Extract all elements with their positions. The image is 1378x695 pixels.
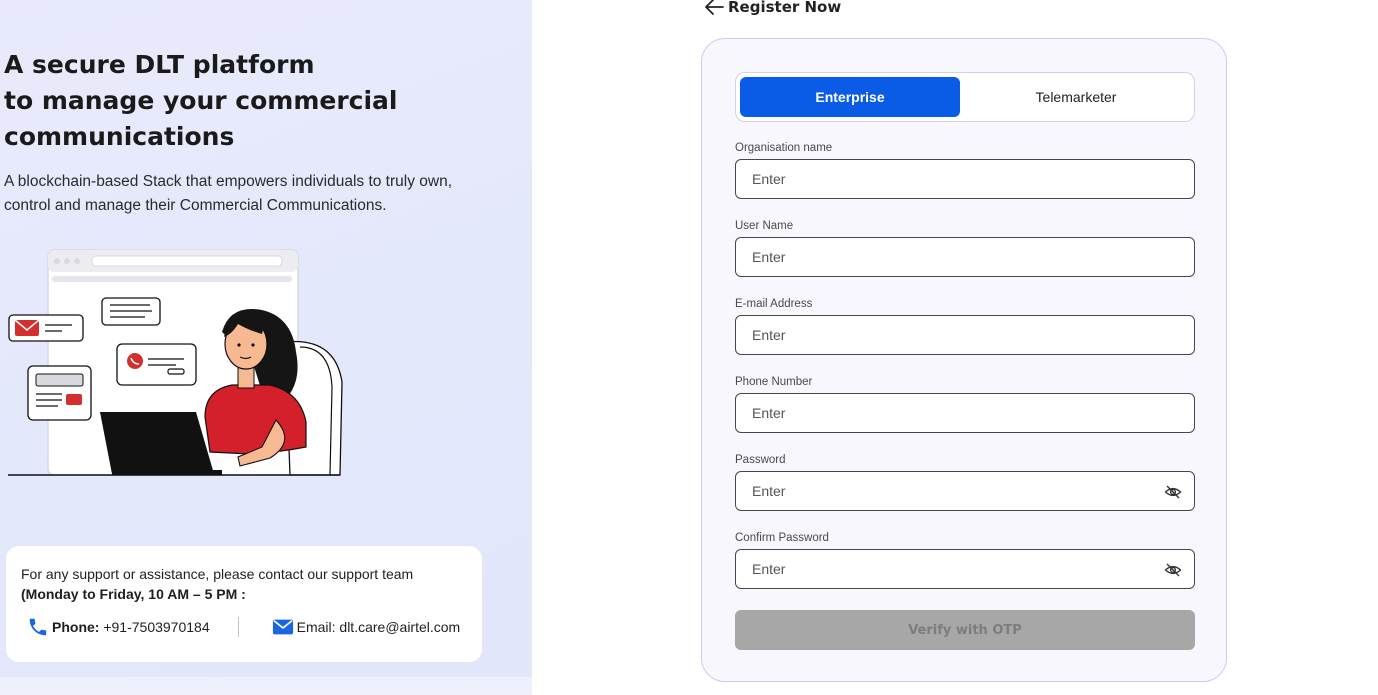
user-name-field-wrap	[735, 237, 1195, 277]
back-link-label: Register Now	[728, 0, 842, 16]
left-panel: A secure DLT platform to manage your com…	[0, 0, 532, 695]
email-address-input[interactable]	[736, 316, 1194, 354]
confirm-password-label: Confirm Password	[735, 532, 829, 544]
phone-icon	[29, 618, 47, 636]
email-text[interactable]: Email: dlt.care@airtel.com	[297, 619, 461, 635]
phone-value[interactable]: +91-7503970184	[103, 619, 209, 635]
support-card: For any support or assistance, please co…	[5, 545, 483, 663]
tab-telemarketer[interactable]: Telemarketer	[966, 77, 1186, 117]
left-bottom-strip	[0, 677, 532, 695]
contact-divider	[237, 617, 239, 637]
password-input[interactable]	[736, 472, 1194, 510]
support-hours: (Monday to Friday, 10 AM – 5 PM :	[21, 586, 246, 602]
password-label: Password	[735, 454, 786, 466]
eye-off-icon[interactable]	[1164, 483, 1182, 501]
hero-title: A secure DLT platform to manage your com…	[4, 47, 464, 155]
user-name-input[interactable]	[736, 238, 1194, 276]
confirm-password-field-wrap	[735, 549, 1195, 589]
hero-title-line-1: A secure DLT platform	[4, 50, 315, 79]
mail-icon	[272, 619, 293, 635]
eye-off-icon[interactable]	[1164, 561, 1182, 579]
support-text: For any support or assistance, please co…	[21, 566, 414, 582]
hero-subtitle: A blockchain-based Stack that empowers i…	[4, 170, 504, 217]
account-type-tabs: Enterprise Telemarketer	[735, 72, 1195, 122]
confirm-password-input[interactable]	[736, 550, 1194, 588]
organisation-name-input[interactable]	[736, 160, 1194, 198]
illustration-woman-laptop	[8, 249, 343, 476]
password-field-wrap	[735, 471, 1195, 511]
organisation-name-label: Organisation name	[735, 142, 833, 154]
contact-row: Phone: +91-7503970184 Email: dlt.care@ai…	[26, 616, 476, 638]
back-register-now-link[interactable]: Register Now	[703, 0, 841, 18]
email-address-label: E-mail Address	[735, 298, 813, 310]
hero-subtitle-line-2: control and manage their Commercial Comm…	[4, 196, 387, 214]
registration-form-card: Enterprise Telemarketer Organisation nam…	[701, 38, 1227, 682]
back-arrow-icon	[705, 0, 724, 15]
tab-enterprise[interactable]: Enterprise	[740, 77, 960, 117]
verify-with-otp-button[interactable]: Verify with OTP	[735, 610, 1195, 650]
phone-number-input[interactable]	[736, 394, 1194, 432]
phone-number-field-wrap	[735, 393, 1195, 433]
phone-number-label: Phone Number	[735, 376, 813, 388]
hero-title-line-2: to manage your commercial	[4, 86, 398, 115]
user-name-label: User Name	[735, 220, 794, 232]
hero-subtitle-line-1: A blockchain-based Stack that empowers i…	[4, 173, 453, 190]
phone-label: Phone:	[52, 619, 100, 635]
organisation-name-field-wrap	[735, 159, 1195, 199]
hero-title-line-3: communications	[4, 122, 235, 151]
email-address-field-wrap	[735, 315, 1195, 355]
